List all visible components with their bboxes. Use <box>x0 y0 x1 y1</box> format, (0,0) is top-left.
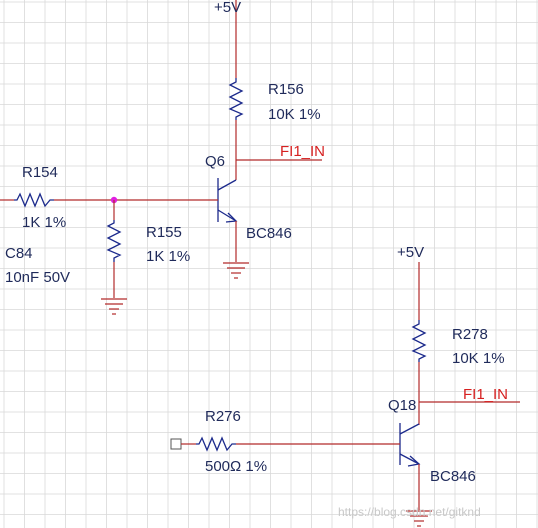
q18-ref: Q18 <box>388 397 416 414</box>
r278-ref: R278 <box>452 326 488 343</box>
r278-value: 10K 1% <box>452 350 505 367</box>
r154-value: 1K 1% <box>22 214 66 231</box>
r276-value: 500Ω 1% <box>205 458 267 475</box>
r156-ref: R156 <box>268 81 304 98</box>
q6-part: BC846 <box>246 225 292 242</box>
schematic-canvas: +5V R156 10K 1% FI1_IN Q6 BC846 R154 1K … <box>0 0 538 528</box>
input-port-square <box>170 438 182 450</box>
r155-ref: R155 <box>146 224 182 241</box>
top-net-label-fi1-in: FI1_IN <box>280 143 325 160</box>
q6-ref: Q6 <box>205 153 225 170</box>
watermark-text: https://blog.csdn.net/gitknd <box>338 505 481 519</box>
c84-ref: C84 <box>5 245 33 262</box>
r156-value: 10K 1% <box>268 106 321 123</box>
r155-value: 1K 1% <box>146 248 190 265</box>
top-supply-label: +5V <box>214 0 241 16</box>
bottom-supply-label: +5V <box>397 244 424 261</box>
r154-ref: R154 <box>22 164 58 181</box>
r276-ref: R276 <box>205 408 241 425</box>
bottom-net-label-fi1-in: FI1_IN <box>463 386 508 403</box>
c84-value: 10nF 50V <box>5 269 70 286</box>
q18-part: BC846 <box>430 468 476 485</box>
